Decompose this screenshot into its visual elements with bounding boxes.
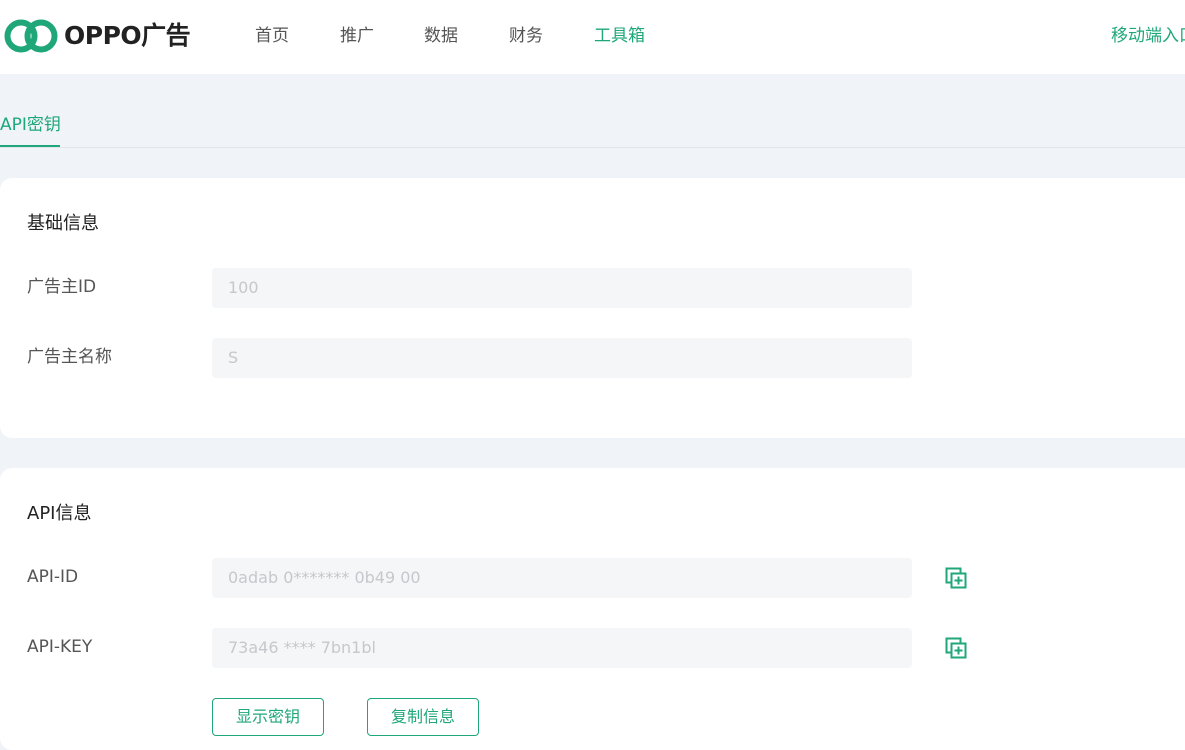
tab-api-key[interactable]: API密钥 xyxy=(0,113,61,147)
api-key-label: API-KEY xyxy=(27,637,93,657)
advertiser-name-label: 广告主名称 xyxy=(27,347,112,367)
api-info-card: API信息 API-ID 0adab 0******* 0b49 00 API-… xyxy=(0,468,1185,750)
copy-api-id-icon[interactable] xyxy=(944,566,968,590)
nav-item-promotion[interactable]: 推广 xyxy=(340,24,374,48)
mobile-entry-link[interactable]: 移动端入口 xyxy=(1111,24,1185,48)
advertiser-id-label: 广告主ID xyxy=(27,277,97,297)
show-key-button[interactable]: 显示密钥 xyxy=(212,698,324,736)
api-key-field: 73a46 **** 7bn1bl xyxy=(212,628,912,668)
api-info-title: API信息 xyxy=(27,503,92,524)
basic-info-title: 基础信息 xyxy=(27,213,99,234)
api-id-label: API-ID xyxy=(27,567,79,587)
copy-api-key-icon[interactable] xyxy=(944,636,968,660)
tab-bar: API密钥 xyxy=(0,74,1185,148)
copy-info-button[interactable]: 复制信息 xyxy=(367,698,479,736)
nav-item-data[interactable]: 数据 xyxy=(424,24,458,48)
nav-item-home[interactable]: 首页 xyxy=(255,24,289,48)
basic-info-card: 基础信息 广告主ID 100 广告主名称 S xyxy=(0,178,1185,438)
nav-item-finance[interactable]: 财务 xyxy=(509,24,543,48)
nav-item-toolbox[interactable]: 工具箱 xyxy=(594,24,645,48)
advertiser-id-field: 100 xyxy=(212,268,912,308)
brand-name: OPPO广告 xyxy=(64,21,191,50)
top-navigation-bar: OPPO广告 首页 推广 数据 财务 工具箱 移动端入口 xyxy=(0,0,1185,74)
brand-logo[interactable]: OPPO广告 xyxy=(4,16,191,56)
advertiser-name-field: S xyxy=(212,338,912,378)
oppo-logo-icon xyxy=(4,19,58,53)
api-id-field: 0adab 0******* 0b49 00 xyxy=(212,558,912,598)
